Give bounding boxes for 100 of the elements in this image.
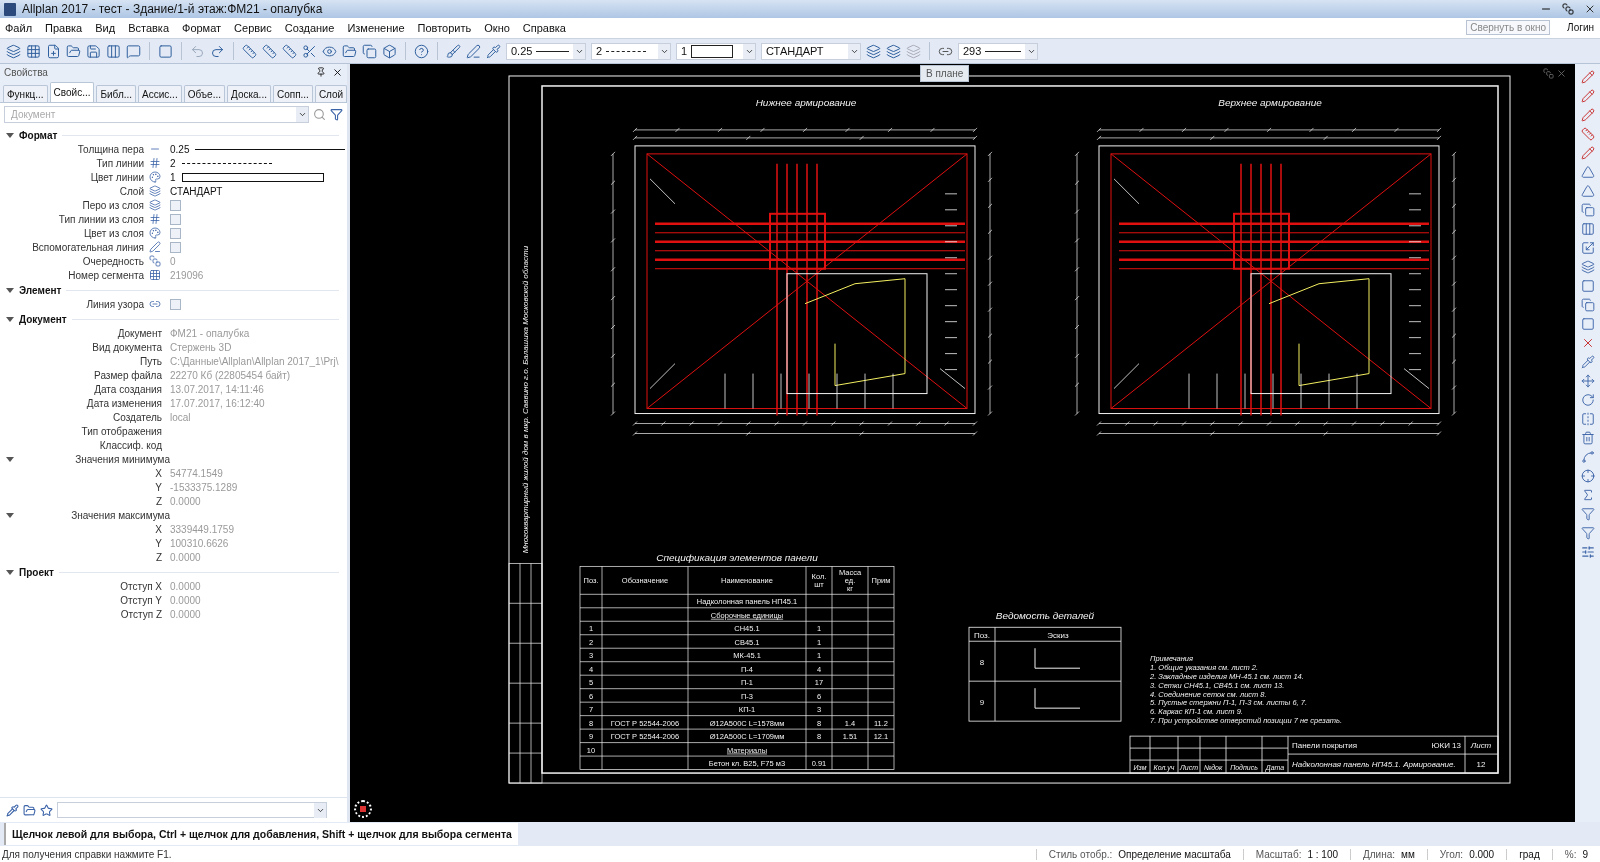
tool-icon[interactable] [1580,203,1595,217]
expand-arrow[interactable] [6,456,14,462]
tool-icon[interactable] [1580,355,1595,369]
menu-item[interactable]: Окно [484,22,510,34]
tool-icon[interactable] [1580,279,1595,293]
tab[interactable]: Свойс... [49,82,95,102]
tab[interactable]: Объе... [183,85,225,102]
menu-item[interactable]: Изменение [347,22,405,34]
line-color-dropdown[interactable]: 1 [676,42,756,60]
line-type-dropdown[interactable]: 2 [591,42,671,60]
folder-icon[interactable] [23,803,36,817]
menu-item[interactable]: Правка [45,22,83,34]
layers-icon[interactable] [6,43,21,59]
property-value: 17.07.2017, 16:12:40 [169,397,266,409]
menu-item[interactable]: Вставка [128,22,169,34]
pattern-dropdown[interactable]: 293 [958,42,1038,60]
layer-dropdown[interactable]: СТАНДАРТ [761,42,861,60]
close-icon[interactable] [1584,3,1596,15]
tool-icon[interactable] [1580,298,1595,312]
property-value[interactable]: СТАНДАРТ [166,185,347,197]
tab[interactable]: Доска... [227,85,271,102]
tool-icon[interactable] [1580,374,1595,388]
menu-item[interactable]: Справка [522,22,566,34]
checkbox[interactable] [170,298,181,310]
line-color-field[interactable]: 1 [166,171,347,183]
tool-icon[interactable] [1580,70,1595,84]
cube-icon[interactable] [382,43,397,59]
tab[interactable]: Слой [314,85,348,102]
menu-item[interactable]: Формат [182,22,222,34]
menu-item[interactable]: Сервис [234,22,272,34]
help-icon[interactable] [414,43,429,59]
folder-icon[interactable] [66,43,81,59]
checkbox[interactable] [170,199,181,211]
tool-icon[interactable] [1580,526,1595,540]
scissors-icon[interactable] [302,43,317,59]
sliders-icon[interactable] [1580,545,1595,559]
ruler-icon[interactable] [242,43,257,59]
pen-thickness-dropdown[interactable]: 0.25 [506,42,586,60]
tool-icon[interactable] [1580,317,1595,331]
tool-icon[interactable] [1580,184,1595,198]
expand-arrow[interactable] [6,287,14,293]
tool-icon[interactable] [1580,89,1595,103]
search-icon[interactable] [313,107,326,121]
checkbox[interactable] [170,227,181,239]
menu-item[interactable]: Файл [5,22,33,34]
ruler-icon[interactable] [282,43,297,59]
star-icon[interactable] [40,803,53,817]
tool-icon[interactable] [1580,127,1595,141]
tool-icon[interactable] [1580,241,1595,255]
tool-icon[interactable] [1580,108,1595,122]
comment-icon[interactable] [126,43,141,59]
tab[interactable]: Сопп... [272,85,313,102]
tool-icon[interactable] [1580,469,1595,483]
layers-icon[interactable] [866,43,881,59]
eye-icon[interactable] [322,43,337,59]
pen-icon[interactable] [466,43,481,59]
checkbox[interactable] [170,241,181,253]
tab[interactable]: Библ... [96,85,137,102]
checkbox[interactable] [170,213,181,225]
tool-icon[interactable] [1580,146,1595,160]
close-icon[interactable] [332,66,343,78]
line-type-field[interactable]: 2 [166,157,347,169]
status-label: Стиль отобр.: [1048,848,1113,860]
document-dropdown[interactable]: Документ [4,105,309,123]
tool-icon[interactable] [1580,222,1595,236]
eyedropper-icon[interactable] [6,803,19,817]
grid-icon[interactable] [26,43,41,59]
property-label: Документ [116,327,163,339]
redo-icon[interactable] [210,43,225,59]
save-icon[interactable] [86,43,101,59]
folder-icon[interactable] [342,43,357,59]
menu-item[interactable]: Вид [95,22,116,34]
login-label[interactable]: Логин [1567,22,1594,33]
frame-icon[interactable] [158,43,173,59]
tool-icon[interactable] [1580,412,1595,426]
pen-thickness-field[interactable]: 0.25 [166,143,347,155]
tool-icon[interactable] [1580,393,1595,407]
pin-icon[interactable] [316,67,326,77]
tool-icon[interactable] [1580,450,1595,464]
expand-arrow[interactable] [6,132,14,138]
tab[interactable]: Ассис... [138,85,182,102]
expand-arrow[interactable] [6,569,14,575]
filter-icon[interactable] [330,107,343,121]
new-file-icon[interactable] [46,43,61,59]
copy-icon[interactable] [362,43,377,59]
menu-item[interactable]: Создание [284,22,335,34]
layers-icon[interactable] [886,43,901,59]
tool-icon[interactable] [1580,507,1595,521]
ruler-icon[interactable] [262,43,277,59]
tool-icon[interactable] [1580,431,1595,445]
property-value: 0.0000 [169,580,202,592]
expand-arrow[interactable] [6,512,14,518]
eyedropper-icon[interactable] [486,43,501,59]
brush-icon[interactable] [446,43,461,59]
menu-item[interactable]: Повторить [417,22,472,34]
columns-icon[interactable] [106,43,121,59]
tool-icon[interactable] [1580,260,1595,274]
expand-arrow[interactable] [6,316,14,322]
tab[interactable]: Функц... [3,85,48,102]
tool-icon[interactable] [1580,165,1595,179]
